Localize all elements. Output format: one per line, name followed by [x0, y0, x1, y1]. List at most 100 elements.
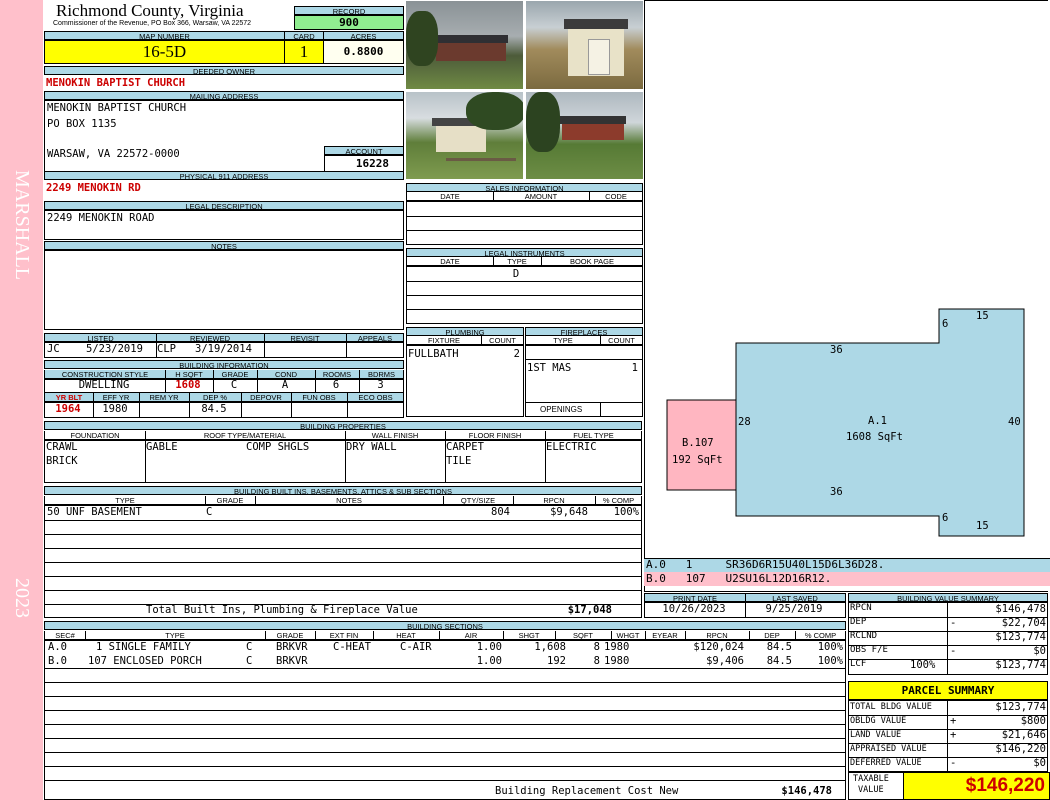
bs-row-a-rpcn: $120,024 — [693, 641, 744, 653]
legal-description-value: 2249 MENOKIN ROAD — [47, 212, 155, 224]
bi-row-type: 50 UNF BASEMENT — [47, 506, 142, 518]
bs-col-grade: GRADE — [276, 631, 304, 640]
sketch-porch-label: B.107 — [682, 437, 714, 449]
bs-row-b-whgt: 8 — [593, 655, 600, 667]
deeded-owner-value: MENOKIN BAPTIST CHURCH — [46, 77, 186, 89]
bs-col-whgt: WHGT — [616, 631, 640, 640]
property-photo-3 — [405, 91, 524, 180]
legal-instruments-header: LEGAL INSTRUMENTS — [406, 248, 643, 257]
bdrms-value: 3 — [377, 379, 384, 391]
dim-top-36: 36 — [830, 344, 843, 356]
deeded-owner-header: DEEDED OWNER — [44, 66, 404, 75]
col-ecoobs: ECO OBS — [358, 393, 393, 402]
bi-col-qty: QTY/SIZE — [460, 496, 496, 505]
foundation-1: CRAWL — [46, 441, 78, 453]
bs-col-type: TYPE — [165, 631, 185, 640]
record-header: RECORD — [294, 6, 404, 15]
taxable-label-2: VALUE — [858, 785, 884, 795]
building-sections-header: BUILDING SECTIONS — [44, 621, 846, 630]
bs-col-heat: HEAT — [396, 631, 416, 640]
fireplaces-header: FIREPLACES — [525, 327, 643, 336]
legal-instruments-cols: DATE TYPE BOOK PAGE — [406, 257, 643, 266]
bs-row-b-sec: B.0 — [48, 655, 67, 667]
appeals-header: APPEALS — [357, 334, 393, 342]
reviewed-date: 3/19/2014 — [195, 343, 252, 355]
dim-top-15: 15 — [976, 310, 989, 322]
last-saved-value: 9/25/2019 — [765, 603, 823, 615]
vs-rclnd-label: RCLND — [850, 631, 878, 641]
replacement-cost-value: $146,478 — [781, 785, 832, 797]
property-photo-4 — [525, 91, 644, 180]
bs-row-b-grade: C — [246, 655, 253, 667]
physical-address-header: PHYSICAL 911 ADDRESS — [44, 171, 404, 180]
bs-col-sec: SEC# — [55, 631, 75, 640]
bs-col-eyear: EYEAR — [652, 631, 678, 640]
li-col-type: TYPE — [507, 257, 527, 266]
mailing-line-3: WARSAW, VA 22572-0000 — [47, 148, 180, 160]
acres-value: 0.8800 — [323, 40, 404, 64]
plumbing-fixture-value: FULLBATH — [408, 348, 459, 360]
bi-col-comp: % COMP — [602, 496, 635, 505]
plumbing-header: PLUMBING — [406, 327, 524, 336]
bs-row-a-type: 1 SINGLE FAMILY — [96, 641, 191, 653]
card-header: CARD — [284, 31, 324, 40]
sketch-main-label: A.1 — [868, 415, 887, 427]
bi-col-notes: NOTES — [336, 496, 362, 505]
parcel-summary-header: PARCEL SUMMARY — [848, 681, 1048, 700]
building-properties-cols: FOUNDATION ROOF TYPE/MATERIAL WALL FINIS… — [44, 431, 642, 440]
district-label: MARSHALL — [11, 170, 33, 281]
ps-land-label: LAND VALUE — [850, 730, 902, 740]
built-ins-total-label: Total Built Ins, Plumbing & Fireplace Va… — [146, 604, 418, 616]
building-info-cols1: CONSTRUCTION STYLE H SQFT GRADE COND ROO… — [44, 370, 404, 379]
bs-col-comp: % COMP — [804, 631, 837, 640]
dim-bottom-36: 36 — [830, 486, 843, 498]
vs-rpcn-label: RPCN — [850, 603, 872, 613]
bs-col-shgt: SHGT — [518, 631, 540, 640]
col-hsqft: H SQFT — [175, 370, 203, 379]
bs-row-a-whgt: 8 — [593, 641, 600, 653]
openings-label: OPENINGS — [540, 405, 583, 414]
bs-row-a-air: C-AIR — [400, 641, 432, 653]
col-fuel: FUEL TYPE — [573, 431, 614, 440]
floor-finish-1: CARPET — [446, 441, 484, 453]
vs-obs-label: OBS F/E — [850, 645, 888, 655]
sketch-code-a: A.0 1 SR36D6R15U40L15D6L36D28. — [646, 558, 885, 571]
sales-col-amount: AMOUNT — [524, 192, 558, 201]
col-wall: WALL FINISH — [371, 431, 419, 440]
col-dep: DEP % — [202, 393, 228, 402]
bs-col-air: AIR — [464, 631, 478, 640]
bs-row-b-eyear: 1980 — [604, 655, 630, 667]
bs-row-a-sec: A.0 — [48, 641, 67, 653]
bi-col-grade: GRADE — [216, 496, 244, 505]
fireplaces-col-count: COUNT — [608, 336, 635, 345]
vs-dep-value: $22,704 — [1001, 617, 1046, 629]
col-rooms: ROOMS — [322, 370, 352, 379]
bs-row-a-sqft: 1,608 — [534, 641, 566, 653]
building-info-header: BUILDING INFORMATION — [44, 360, 404, 369]
bs-row-a-grade: C — [246, 641, 253, 653]
bi-row-comp: 100% — [613, 506, 639, 518]
bs-row-a-heat: C-HEAT — [333, 641, 371, 653]
vs-obs-value: $0 — [1033, 645, 1046, 657]
built-ins-cols: TYPE GRADE NOTES QTY/SIZE RPCN % COMP — [44, 496, 642, 505]
ps-land-value: $21,646 — [1001, 729, 1046, 741]
legal-description-header: LEGAL DESCRIPTION — [44, 201, 404, 210]
dim-top-6: 6 — [942, 318, 949, 330]
mailing-line-1: MENOKIN BAPTIST CHURCH — [47, 102, 187, 114]
dim-bottom-15: 15 — [976, 520, 989, 532]
bs-row-b-ext: BRKVR — [276, 655, 308, 667]
map-number-value: 16-5D — [44, 40, 285, 64]
revisit-header: REVISIT — [290, 334, 320, 342]
dep-value: 84.5 — [201, 403, 227, 415]
mailing-line-2: PO BOX 1135 — [47, 118, 117, 130]
bi-col-type: TYPE — [115, 496, 135, 505]
year-label: 2023 — [11, 578, 33, 618]
construction-style-value: DWELLING — [78, 379, 130, 391]
bs-row-a-comp: 100% — [817, 641, 843, 653]
bs-row-a-shgt: 1.00 — [476, 641, 502, 653]
fireplaces-count-value: 1 — [631, 362, 638, 374]
bs-row-a-dep: 84.5 — [766, 641, 792, 653]
fireplaces-type-value: 1ST MAS — [527, 362, 572, 374]
bs-col-rpcn: RPCN — [706, 631, 728, 640]
building-info-cols2: YR BLT EFF YR REM YR DEP % DEPOVR FUN OB… — [44, 393, 404, 402]
